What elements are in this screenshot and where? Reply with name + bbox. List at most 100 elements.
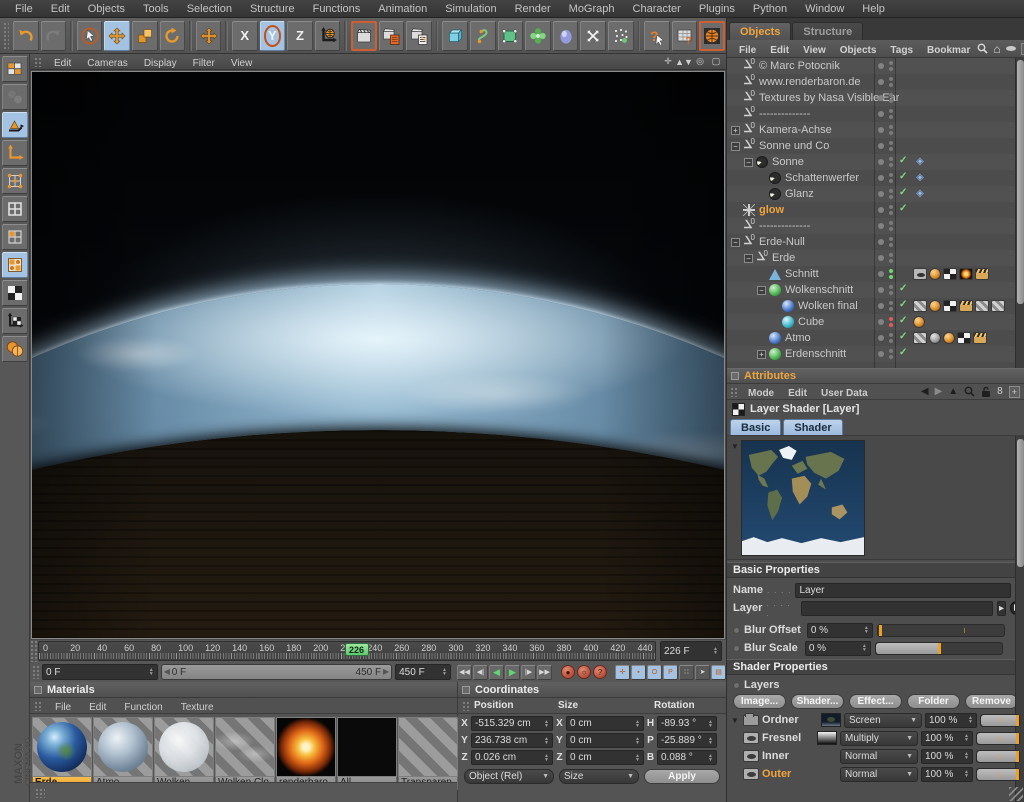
blur-offset-slider[interactable] [877, 624, 1005, 637]
remove-button[interactable]: Remove [965, 694, 1018, 709]
menu-help[interactable]: Help [853, 3, 894, 15]
tree-row[interactable]: Cube✓ [727, 314, 1024, 330]
point-mode-icon[interactable] [2, 168, 28, 194]
expander-plus-icon[interactable]: + [757, 350, 766, 359]
visibility-dots-icon[interactable] [889, 269, 893, 279]
autokey-icon[interactable]: ○ [577, 665, 591, 679]
maximize-view-icon[interactable]: ▢ [710, 56, 722, 68]
opacity-stepper[interactable]: ▲▼ [962, 752, 969, 760]
end-frame-stepper[interactable]: ▲▼ [440, 668, 447, 676]
layer-arrow-button[interactable]: ▸ [997, 601, 1007, 616]
layer-thumbnail[interactable] [817, 731, 837, 745]
layer-name[interactable]: Outer [762, 768, 814, 780]
stripe-tag-icon[interactable] [975, 300, 989, 312]
new-panel-icon[interactable]: + [1009, 386, 1020, 398]
phong-tag-icon[interactable] [913, 316, 925, 328]
normal-mode-icon[interactable] [2, 336, 28, 362]
goto-start-button[interactable]: ◀◀ [457, 665, 472, 680]
tree-row[interactable]: Schnitt [727, 266, 1024, 282]
objects-menu-objects[interactable]: Objects [833, 45, 884, 56]
viewport-menu-view[interactable]: View [223, 58, 261, 69]
shader-layer-row[interactable]: FresnelMultiply▼100 %▲▼ [727, 729, 1024, 747]
link-icon[interactable]: 8 [997, 386, 1003, 397]
key-parameter-icon[interactable]: P [663, 665, 678, 680]
attribute-tab-basic[interactable]: Basic [730, 419, 781, 435]
next-frame-button[interactable]: |▶ [521, 665, 536, 680]
ruler-grip[interactable] [30, 640, 38, 662]
coordinates-grip[interactable] [462, 701, 470, 711]
slider-thumb[interactable] [1016, 751, 1019, 762]
tab-objects[interactable]: Objects [729, 22, 791, 40]
menu-window[interactable]: Window [796, 3, 853, 15]
rotate-view-icon[interactable]: ◎ [694, 56, 706, 68]
material-item[interactable]: Erde [32, 717, 92, 790]
expander-minus-icon[interactable]: − [744, 254, 753, 263]
enabled-check-icon[interactable]: ✓ [899, 283, 907, 294]
shader-layer-row[interactable]: OuterNormal▼100 %▲▼ [727, 765, 1024, 783]
tree-row[interactable]: Schattenwerfer✓◈ [727, 170, 1024, 186]
range-right-arrow[interactable]: ▶ [383, 667, 389, 676]
visibility-dots-icon[interactable] [889, 285, 893, 295]
tree-row[interactable]: −Sonne und Co [727, 138, 1024, 154]
slider-thumb[interactable] [1016, 733, 1019, 744]
lock-icon[interactable] [981, 386, 991, 398]
play-button[interactable]: ▶ [505, 665, 520, 680]
layer-dot-icon[interactable] [878, 255, 884, 261]
visibility-dots-icon[interactable] [889, 125, 893, 135]
frame-stepper[interactable]: ▲▼ [711, 647, 718, 655]
visibility-dots-icon[interactable] [889, 301, 893, 311]
material-thumbnail[interactable] [93, 717, 153, 777]
attributes-menu-grip[interactable] [730, 387, 738, 397]
menu-animation[interactable]: Animation [369, 3, 436, 15]
opacity-stepper[interactable]: ▲▼ [966, 716, 973, 724]
x-axis-lock-icon[interactable]: X [232, 21, 258, 51]
coordinates-manager-icon[interactable] [699, 21, 725, 51]
tab-structure[interactable]: Structure [792, 22, 863, 40]
z-axis-lock-icon[interactable]: Z [287, 21, 313, 51]
layer-dot-icon[interactable] [878, 271, 884, 277]
viewport-canvas[interactable] [31, 71, 725, 639]
render-picture-viewer-icon[interactable] [379, 21, 405, 51]
objects-menu-file[interactable]: File [732, 45, 763, 56]
coordinate-mode-dropdown[interactable]: Object (Rel) ▼ [464, 769, 554, 784]
polygon-mode-icon[interactable] [2, 224, 28, 250]
position-stepper[interactable]: ▲▼ [542, 754, 549, 762]
shader-button[interactable]: Shader... [791, 694, 844, 709]
preview-range-slider[interactable]: 0 F 450 F ◀ ▶ [161, 664, 392, 680]
comp-tag-icon[interactable] [943, 268, 957, 280]
stripe-tag-icon[interactable] [991, 300, 1005, 312]
coordinate-system-icon[interactable] [315, 21, 341, 51]
materials-menu-texture[interactable]: Texture [172, 702, 223, 713]
enabled-check-icon[interactable]: ✓ [899, 171, 907, 182]
phong-tag-icon[interactable] [929, 268, 941, 280]
panel-icon[interactable] [462, 686, 470, 694]
panel-icon[interactable] [731, 372, 739, 380]
make-editable-icon[interactable] [2, 56, 28, 82]
content-browser-icon[interactable]: ? [672, 21, 698, 51]
visibility-dots-icon[interactable] [889, 173, 893, 183]
scale-icon[interactable] [132, 21, 158, 51]
clap-tag-icon[interactable] [973, 332, 987, 344]
texture-axis-mode-icon[interactable] [2, 308, 28, 334]
particles-icon[interactable] [608, 21, 634, 51]
enabled-check-icon[interactable]: ✓ [899, 299, 907, 310]
visibility-dots-icon[interactable] [889, 317, 893, 327]
menu-file[interactable]: File [6, 3, 42, 15]
layer-dot-icon[interactable] [878, 159, 884, 165]
keyframe-settings-icon[interactable]: ▤ [711, 665, 726, 680]
panel-icon[interactable] [34, 686, 42, 694]
menu-character[interactable]: Character [624, 3, 690, 15]
tree-row[interactable]: Glanz✓◈ [727, 186, 1024, 202]
redo-icon[interactable] [41, 21, 67, 51]
key-rotation-icon[interactable]: O [647, 665, 662, 680]
expander-minus-icon[interactable]: − [757, 286, 766, 295]
current-frame-field[interactable]: 226 F ▲▼ [660, 641, 722, 661]
tree-row[interactable]: www.renderbaron.de [727, 74, 1024, 90]
undo-icon[interactable] [13, 21, 39, 51]
layer-dot-icon[interactable] [878, 239, 884, 245]
stripe-tag-icon[interactable] [913, 332, 927, 344]
image-button[interactable]: Image... [733, 694, 786, 709]
controls-grip[interactable] [32, 665, 39, 679]
modeling-icon[interactable] [525, 21, 551, 51]
layer-dot-icon[interactable] [878, 303, 884, 309]
